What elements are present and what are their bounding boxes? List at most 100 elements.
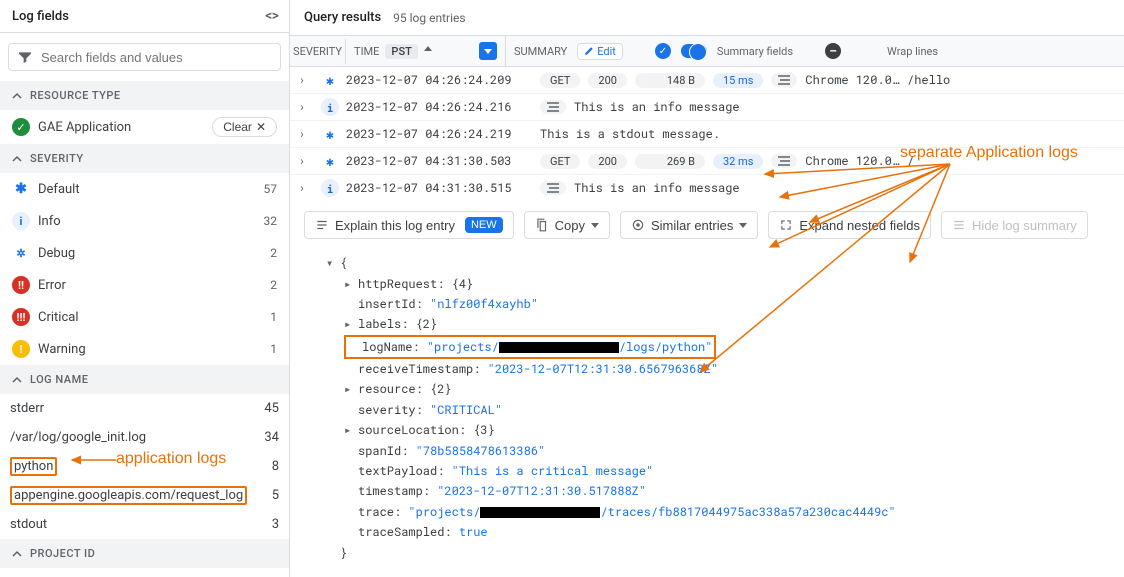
explain-button[interactable]: Explain this log entry NEW	[304, 211, 514, 239]
section-log-name[interactable]: LOG NAME	[0, 365, 289, 394]
sort-down-button[interactable]	[479, 42, 497, 60]
severity-warning-icon: !	[12, 340, 30, 358]
chevron-up-icon	[12, 375, 22, 385]
resource-type-value: GAE Application	[38, 120, 131, 135]
timestamp: 2023-12-07 04:31:30.503	[346, 148, 536, 174]
sort-up-icon[interactable]	[424, 46, 432, 56]
search-input[interactable]	[41, 50, 272, 65]
severity-label: Warning	[38, 342, 86, 357]
status-pill: 200	[588, 73, 627, 88]
logname-row[interactable]: stdout3	[0, 510, 289, 539]
lines-icon	[540, 181, 566, 195]
logname-row[interactable]: /var/log/google_init.log34	[0, 423, 289, 452]
severity-count: 32	[264, 214, 278, 228]
section-project-id[interactable]: PROJECT ID	[0, 539, 289, 568]
log-row[interactable]: ›✱2023-12-07 04:26:24.219This is a stdou…	[290, 121, 1124, 148]
col-summary: SUMMARY	[514, 45, 567, 58]
main-panel: Query results 95 log entries SEVERITY TI…	[290, 0, 1124, 577]
severity-label: Error	[38, 278, 66, 293]
agent: Chrome 120.0…	[805, 153, 899, 169]
search-input-wrapper[interactable]	[8, 43, 281, 71]
json-traceSampled[interactable]: true	[459, 524, 488, 540]
logname-row[interactable]: appengine.googleapis.com/request_log5	[0, 481, 289, 510]
summary-fields-label: Summary fields	[717, 45, 793, 58]
logname-row[interactable]: python8	[0, 452, 289, 481]
chevron-up-icon	[12, 549, 22, 559]
json-trace[interactable]: /traces/fb8817044975ac338a57a230cac4449c…	[600, 504, 895, 520]
section-resource-type[interactable]: RESOURCE TYPE	[0, 81, 289, 110]
target-icon	[631, 218, 645, 232]
severity-row-error[interactable]: !!Error2	[0, 269, 289, 301]
timestamp: 2023-12-07 04:26:24.219	[346, 121, 536, 147]
lines-icon	[540, 100, 566, 114]
logname-value: stdout	[10, 517, 47, 532]
severity-row-warning[interactable]: ! Warning 1	[0, 333, 289, 365]
timestamp: 2023-12-07 04:31:30.515	[346, 175, 536, 201]
chevron-down-icon	[591, 221, 599, 229]
expand-icon	[779, 218, 793, 232]
method-pill: GET	[540, 73, 580, 88]
message-text: This is an info message	[574, 180, 740, 196]
chevron-up-icon	[12, 154, 22, 164]
json-spanId[interactable]: "78b5858478613386"	[416, 443, 546, 459]
section-severity[interactable]: SEVERITY	[0, 144, 289, 173]
hide-icon	[952, 218, 966, 232]
expand-icon[interactable]: ›	[298, 72, 305, 88]
severity-row-debug[interactable]: ✲Debug2	[0, 237, 289, 269]
logname-count: 34	[264, 430, 279, 445]
json-httpRequest[interactable]: httpRequest: {4}	[358, 276, 473, 292]
method-pill: GET	[540, 154, 580, 169]
severity-count: 1	[270, 342, 277, 356]
copy-button[interactable]: Copy	[524, 211, 610, 239]
clear-button[interactable]: Clear ✕	[212, 117, 277, 137]
expand-button[interactable]: Expand nested fields	[768, 211, 931, 239]
severity-info-icon: i	[12, 212, 30, 230]
log-row[interactable]: ›i2023-12-07 04:26:24.216 This is an inf…	[290, 94, 1124, 121]
timezone-pill[interactable]: PST	[385, 44, 417, 59]
json-logName[interactable]: /logs/python"	[619, 339, 713, 355]
log-row[interactable]: ›✱2023-12-07 04:26:24.209GET 200 148 B 1…	[290, 67, 1124, 94]
summary-fields-toggle[interactable]	[681, 44, 707, 58]
entry-count: 95 log entries	[393, 11, 465, 25]
path: /hello	[907, 72, 950, 88]
severity-icon: ✱	[321, 125, 339, 143]
hide-summary-button[interactable]: Hide log summary	[941, 211, 1088, 239]
json-resource[interactable]: resource: {2}	[358, 381, 452, 397]
redacted	[499, 342, 619, 353]
latency-pill: 15 ms	[713, 73, 763, 88]
col-severity[interactable]: SEVERITY	[290, 39, 346, 64]
severity-row-default[interactable]: ✱Default57	[0, 173, 289, 205]
json-timestamp[interactable]: "2023-12-07T12:31:30.517888Z"	[437, 483, 646, 499]
list-icon	[315, 218, 329, 232]
expand-icon[interactable]: ›	[298, 99, 305, 115]
chevron-up-icon	[12, 91, 22, 101]
severity-count: 1	[270, 310, 277, 324]
severity-row-info[interactable]: iInfo32	[0, 205, 289, 237]
json-insertId[interactable]: "nlfz00f4xayhb"	[430, 296, 538, 312]
json-labels[interactable]: labels: {2}	[358, 316, 437, 332]
severity-icon: i	[321, 98, 339, 116]
chevron-down-icon	[739, 221, 747, 229]
expand-icon[interactable]: ›	[298, 180, 305, 196]
expand-icon[interactable]: ›	[298, 153, 305, 169]
wrap-lines-label: Wrap lines	[887, 45, 938, 58]
severity-default-icon: ✱	[12, 180, 30, 198]
similar-button[interactable]: Similar entries	[620, 211, 758, 239]
severity-label: Default	[38, 182, 80, 197]
json-severity[interactable]: "CRITICAL"	[430, 402, 502, 418]
log-row[interactable]: ›✱2023-12-07 04:31:30.503GET 200 269 B 3…	[290, 148, 1124, 175]
log-fields-sidebar: Log fields < > RESOURCE TYPE ✓ GAE Appli…	[0, 0, 290, 577]
expand-icon[interactable]: ›	[298, 126, 305, 142]
severity-icon: ✱	[321, 71, 339, 89]
code-icon[interactable]: < >	[265, 8, 277, 24]
edit-button[interactable]: Edit	[577, 43, 623, 60]
json-receiveTimestamp[interactable]: "2023-12-07T12:31:30.656796368Z"	[488, 361, 718, 377]
close-icon: ✕	[256, 120, 266, 134]
severity-row-critical[interactable]: !!!Critical1	[0, 301, 289, 333]
logname-row[interactable]: stderr45	[0, 394, 289, 423]
json-textPayload[interactable]: "This is a critical message"	[452, 463, 654, 479]
column-headers: SEVERITY TIME PST SUMMARY Edit ✓ Summary…	[290, 36, 1124, 67]
json-sourceLocation[interactable]: sourceLocation: {3}	[358, 422, 495, 438]
col-time[interactable]: TIME PST	[346, 36, 506, 66]
log-row[interactable]: ›i2023-12-07 04:31:30.515 This is an inf…	[290, 175, 1124, 201]
